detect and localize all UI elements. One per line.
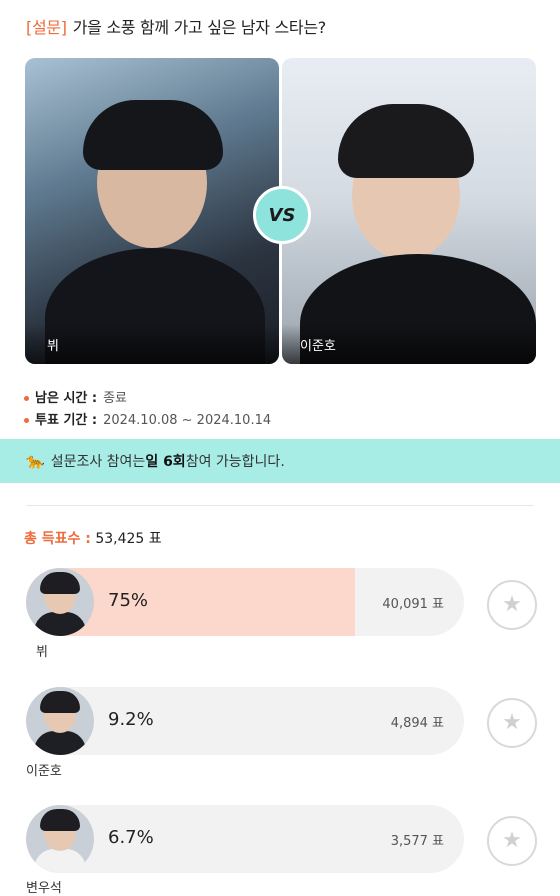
result-percent: 75% [108, 590, 149, 611]
star-icon: ★ [502, 828, 522, 853]
result-percent: 6.7% [108, 827, 154, 848]
avatar [26, 568, 94, 636]
star-icon: ★ [502, 710, 522, 735]
result-votes: 3,577 표 [390, 834, 444, 849]
candidate-photo-right[interactable]: 이준호 [282, 58, 536, 364]
candidate-name-left: 뷔 [47, 339, 59, 354]
vs-badge: VS [253, 186, 311, 244]
candidate-name-right: 이준호 [300, 339, 336, 354]
vote-button[interactable]: ★ [487, 580, 537, 630]
leopard-icon: 🐆 [26, 452, 45, 470]
result-row[interactable]: 6.7% 3,577 표 [26, 805, 464, 873]
bullet-icon [24, 418, 29, 423]
vote-button[interactable]: ★ [487, 816, 537, 866]
avatar [26, 687, 94, 755]
result-row[interactable]: 9.2% 4,894 표 [26, 687, 464, 755]
result-row[interactable]: 75% 40,091 표 [26, 568, 464, 636]
bullet-icon [24, 396, 29, 401]
total-votes: 총 득표수 : 53,425 표 [24, 531, 162, 547]
star-icon: ★ [502, 592, 522, 617]
candidate-photo-left[interactable]: 뷔 [25, 58, 279, 364]
poll-question: 가을 소풍 함께 가고 싶은 남자 스타는? [72, 18, 327, 37]
vote-button[interactable]: ★ [487, 698, 537, 748]
portrait-hair [338, 104, 474, 178]
result-votes: 40,091 표 [382, 597, 444, 612]
voting-period: 투표 기간 :2024.10.08 ~ 2024.10.14 [24, 409, 271, 428]
portrait-hair [83, 100, 223, 170]
candidate-name: 변우석 [26, 881, 62, 896]
candidate-name: 뷔 [36, 645, 48, 660]
candidate-name: 이준호 [26, 764, 62, 779]
remaining-time: 남은 시간 : 종료 [24, 387, 127, 406]
divider [26, 505, 534, 506]
poll-tag: [설문] [26, 18, 67, 37]
participation-banner: 🐆 설문조사 참여는 일 6회 참여 가능합니다. [0, 439, 560, 483]
result-percent: 9.2% [108, 709, 154, 730]
poll-title: [설문] 가을 소풍 함께 가고 싶은 남자 스타는? [26, 14, 326, 38]
result-votes: 4,894 표 [390, 716, 444, 731]
avatar [26, 805, 94, 873]
